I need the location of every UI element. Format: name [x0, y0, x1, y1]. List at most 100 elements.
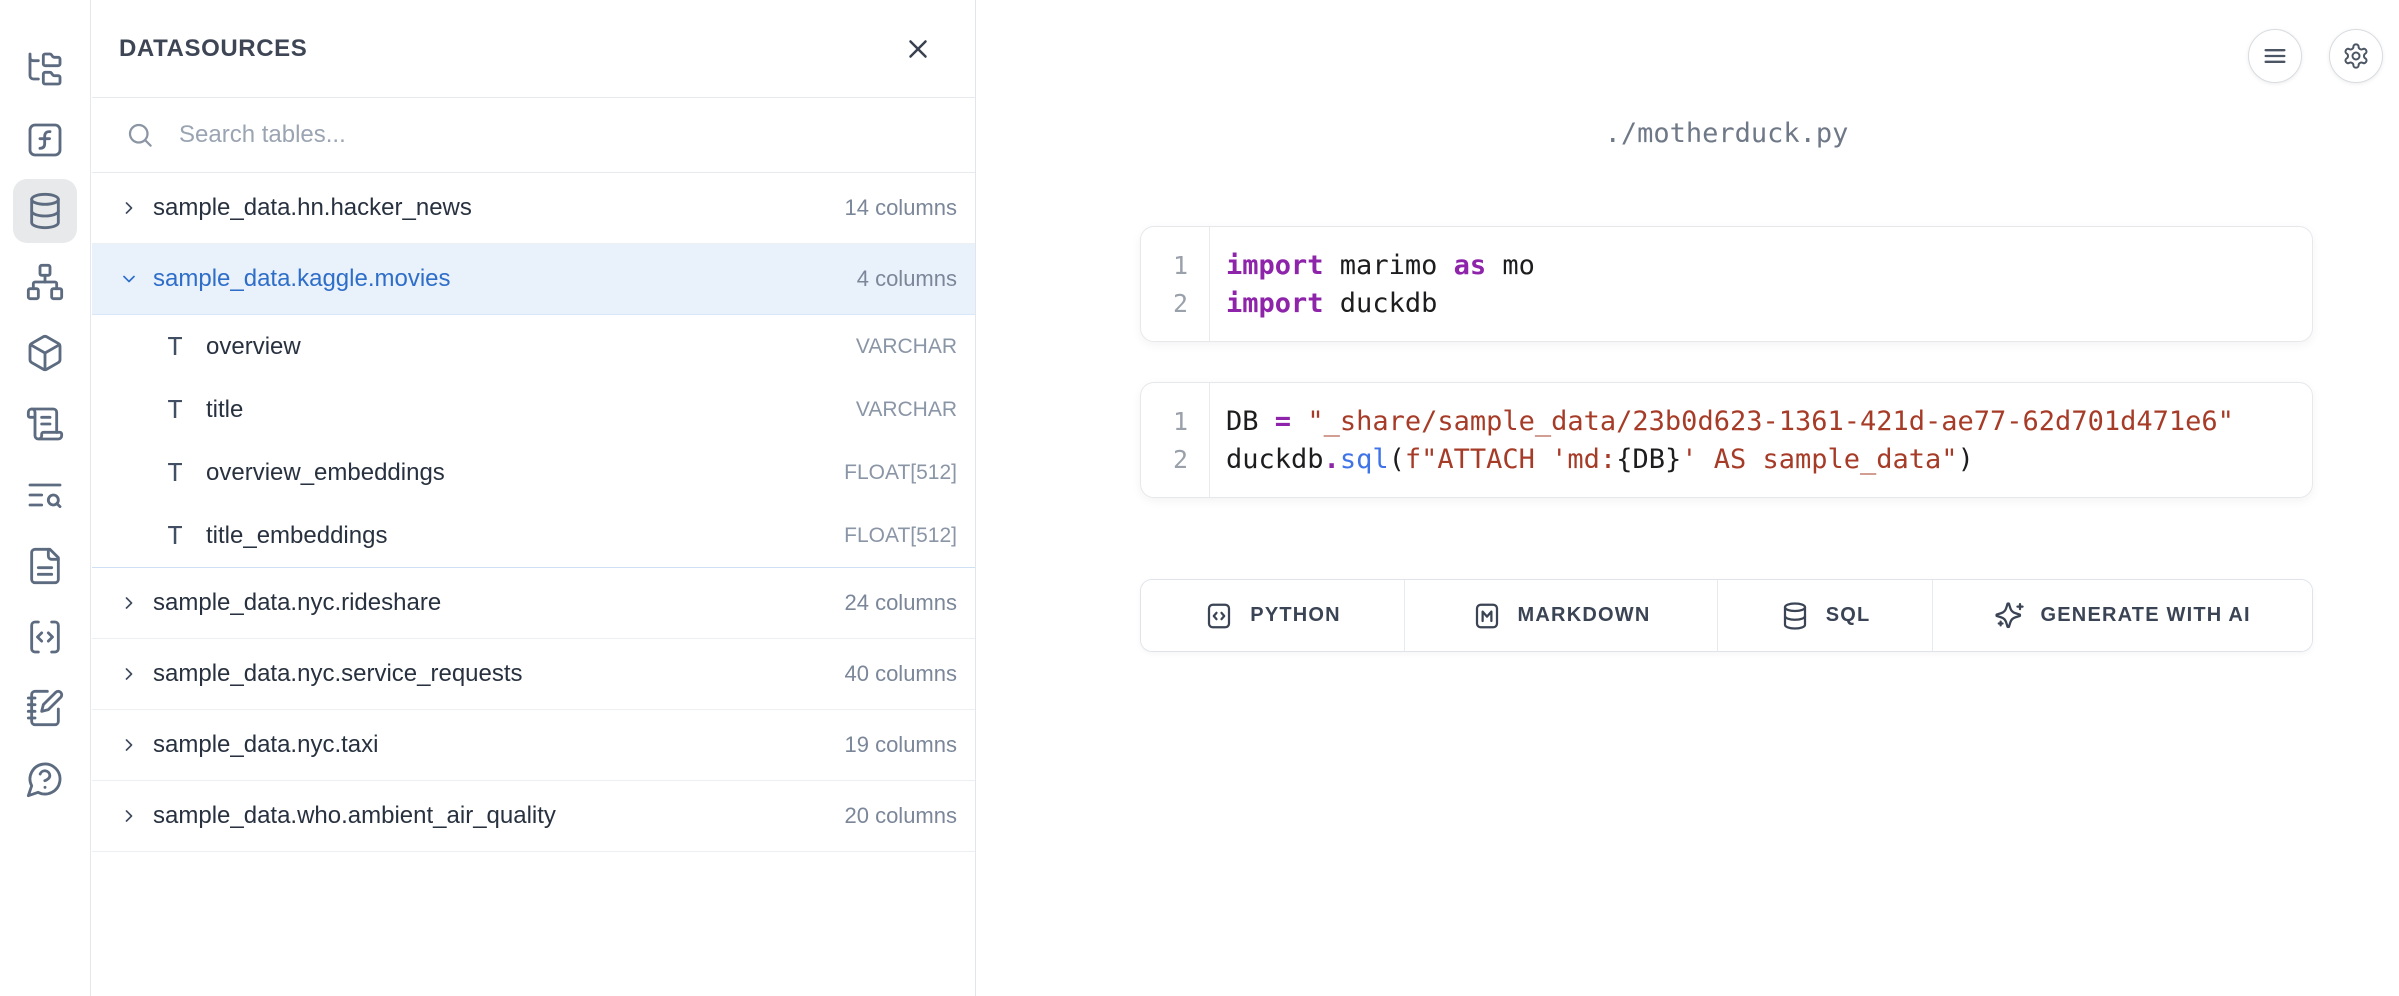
sidebar-item-scroll-text[interactable] [13, 392, 77, 456]
text-type-icon: T [162, 332, 188, 361]
function-square-icon [25, 120, 65, 160]
database-icon [1780, 601, 1810, 631]
chevron-right-icon [119, 664, 139, 684]
column-count: 40 columns [844, 661, 957, 687]
column-count: 14 columns [844, 195, 957, 221]
line-number: 2 [1141, 284, 1209, 322]
notebook-column: ./motherduck.py 12import marimo as moimp… [1140, 0, 2313, 652]
sidebar-item-square-code[interactable] [13, 605, 77, 669]
notebook-pen-icon [25, 688, 65, 728]
code-cell[interactable]: 12 DB = "_share/sample_data/23b0d623-1361… [1140, 382, 2313, 498]
sidebar-item-message-question[interactable] [13, 747, 77, 811]
text-search-icon [25, 475, 65, 515]
network-icon [25, 262, 65, 302]
folder-tree-icon [25, 49, 65, 89]
column-name: title_embeddings [206, 522, 826, 550]
scroll-text-icon [25, 404, 65, 444]
column-count: 20 columns [844, 803, 957, 829]
settings-button[interactable] [2329, 29, 2383, 83]
sidebar-item-database[interactable] [13, 179, 77, 243]
square-code-btn-icon [1204, 601, 1234, 631]
notebook-filename[interactable]: ./motherduck.py [1140, 118, 2313, 149]
column-row[interactable]: ToverviewVARCHAR [92, 315, 975, 378]
database-icon [25, 191, 65, 231]
cells-container: 12import marimo as moimport duckdb12DB =… [1140, 226, 2313, 498]
sidebar-item-file-text[interactable] [13, 534, 77, 598]
table-name: sample_data.nyc.service_requests [153, 660, 830, 688]
column-name: title [206, 396, 838, 424]
text-type-icon: T [162, 395, 188, 424]
add-generate-with-ai-button[interactable]: GENERATE WITH AI [1933, 580, 2312, 651]
add-button-label: SQL [1826, 604, 1871, 627]
panel-title: DATASOURCES [119, 35, 307, 63]
line-number-gutter: 12 [1141, 227, 1210, 341]
line-number-gutter: 12 [1141, 383, 1210, 497]
sidebar-item-notebook-pen[interactable] [13, 676, 77, 740]
line-number: 1 [1141, 246, 1209, 284]
table-row[interactable]: sample_data.who.ambient_air_quality 20 co… [92, 781, 975, 852]
column-row[interactable]: Ttitle_embeddingsFLOAT[512] [92, 504, 975, 567]
line-number: 2 [1141, 440, 1209, 478]
chevron-right-icon [119, 593, 139, 613]
chevron-right-icon [119, 806, 139, 826]
table-name: sample_data.nyc.taxi [153, 731, 830, 759]
columns-group: ToverviewVARCHARTtitleVARCHARToverview_e… [92, 315, 975, 568]
chevron-down-icon [119, 269, 139, 289]
column-row[interactable]: Toverview_embeddingsFLOAT[512] [92, 441, 975, 504]
add-python-button[interactable]: PYTHON [1141, 580, 1405, 651]
add-button-label: GENERATE WITH AI [2041, 604, 2251, 627]
search-icon [125, 120, 155, 150]
text-type-icon: T [162, 458, 188, 487]
sidebar-item-box[interactable] [13, 321, 77, 385]
table-row[interactable]: sample_data.kaggle.movies 4 columns [92, 244, 975, 315]
table-name: sample_data.who.ambient_air_quality [153, 802, 830, 830]
code-cell[interactable]: 12import marimo as moimport duckdb [1140, 226, 2313, 342]
notebook-main: ./motherduck.py 12import marimo as moimp… [977, 0, 2399, 996]
code-line: import duckdb [1226, 284, 2312, 322]
square-m-icon [1472, 601, 1502, 631]
table-row[interactable]: sample_data.hn.hacker_news 14 columns [92, 173, 975, 244]
table-row[interactable]: sample_data.nyc.rideshare 24 columns [92, 568, 975, 639]
settings-icon [2342, 42, 2370, 70]
table-row[interactable]: sample_data.nyc.taxi 19 columns [92, 710, 975, 781]
column-name: overview [206, 333, 838, 361]
text-type-icon: T [162, 521, 188, 550]
column-name: overview_embeddings [206, 459, 826, 487]
column-row[interactable]: Ttitle VARCHAR [92, 378, 975, 441]
table-name: sample_data.hn.hacker_news [153, 194, 830, 222]
activity-sidebar [0, 0, 91, 996]
chevron-right-icon [119, 198, 139, 218]
datasources-panel: DATASOURCES sample_data.hn.hacker_news 14… [92, 0, 976, 996]
add-button-label: MARKDOWN [1518, 604, 1651, 627]
message-question-icon [25, 759, 65, 799]
sidebar-item-network[interactable] [13, 250, 77, 314]
column-count: 4 columns [857, 266, 957, 292]
sparkles-icon [1995, 601, 2025, 631]
code-editor[interactable]: DB = "_share/sample_data/23b0d623-1361-4… [1210, 383, 2312, 497]
add-button-label: PYTHON [1250, 604, 1341, 627]
close-panel-button[interactable] [903, 34, 933, 64]
chevron-right-icon [119, 735, 139, 755]
sidebar-item-folder-tree[interactable] [13, 37, 77, 101]
code-line: duckdb.sql(f"ATTACH 'md:{DB}' AS sample_… [1226, 440, 2312, 478]
column-count: 19 columns [844, 732, 957, 758]
search-input[interactable] [177, 120, 955, 150]
add-sql-button[interactable]: SQL [1718, 580, 1933, 651]
file-text-icon [25, 546, 65, 586]
add-cell-bar: PYTHON MARKDOWN SQL GENERATE WITH AI [1140, 579, 2313, 652]
code-editor[interactable]: import marimo as moimport duckdb [1210, 227, 2312, 341]
search-bar [92, 98, 975, 173]
page-root: { "sidebar": { "active_icon": "database"… [0, 0, 2399, 996]
table-row[interactable]: sample_data.nyc.service_requests 40 colum… [92, 639, 975, 710]
column-type: VARCHAR [856, 398, 957, 422]
sidebar-item-function-square[interactable] [13, 108, 77, 172]
sidebar-item-text-search[interactable] [13, 463, 77, 527]
column-count: 24 columns [844, 590, 957, 616]
panel-header: DATASOURCES [92, 0, 975, 98]
add-markdown-button[interactable]: MARKDOWN [1405, 580, 1718, 651]
code-line: DB = "_share/sample_data/23b0d623-1361-4… [1226, 402, 2312, 440]
table-list: sample_data.hn.hacker_news14 columnssamp… [92, 173, 975, 852]
table-name: sample_data.nyc.rideshare [153, 589, 830, 617]
square-code-icon [25, 617, 65, 657]
table-name: sample_data.kaggle.movies [153, 265, 843, 293]
